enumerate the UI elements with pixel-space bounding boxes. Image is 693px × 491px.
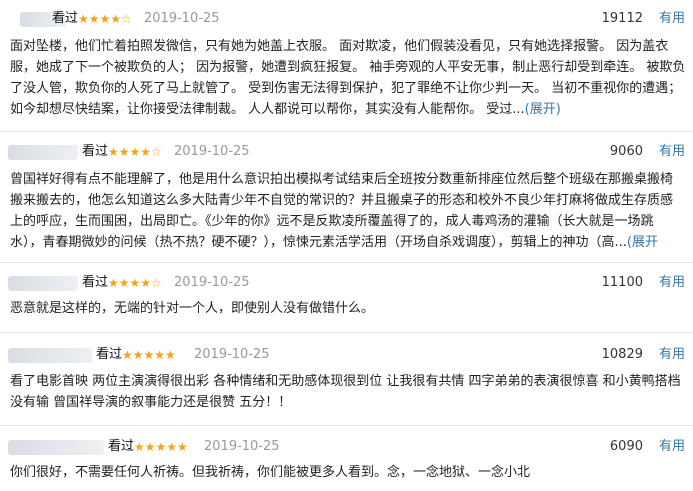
review-date: 2019-10-25 [194, 347, 270, 362]
review-meta: 看过 ★★★★☆ 2019-10-25 19112 有用 [0, 8, 693, 30]
review-item: 看过 ★★★★★ 2019-10-25 6090 有用 你们很好，不需要任何人祈… [0, 436, 693, 480]
useful-count: 10829 [601, 347, 643, 362]
rating-stars-icon: ★★★★☆ [78, 12, 132, 26]
reviewer-name[interactable] [8, 145, 78, 160]
review-item: 看过 ★★★★★ 2019-10-25 10829 有用 看了电影首映 两位主演… [0, 344, 693, 410]
useful-button[interactable]: 有用 [659, 272, 685, 294]
divider [0, 131, 693, 132]
reviewer-name[interactable] [8, 276, 78, 291]
divider [0, 262, 693, 263]
watched-label: 看过 [108, 439, 135, 454]
expand-link[interactable]: (展开) [525, 102, 561, 117]
useful-button[interactable]: 有用 [659, 8, 685, 30]
useful-count: 6090 [609, 439, 643, 454]
review-meta: 看过 ★★★★☆ 2019-10-25 11100 有用 [0, 272, 693, 294]
useful-button[interactable]: 有用 [659, 344, 685, 366]
review-text-block: 曾国祥好得有点不能理解了，他是用什么意识拍出模拟考试结束后全班按分数重新排座位然… [10, 169, 686, 253]
divider [0, 425, 693, 426]
divider [0, 332, 693, 333]
expand-link[interactable]: (展开 [627, 235, 658, 250]
review-text: 你们很好，不需要任何人祈祷。但我祈祷，你们能被更多人看到。念，一念地狱、一念小北 [10, 465, 531, 480]
reviewer-name[interactable] [8, 348, 92, 363]
useful-count: 11100 [601, 275, 643, 290]
useful-count: 19112 [601, 11, 643, 26]
review-text: 面对坠楼，他们忙着拍照发微信，只有她为她盖上衣服。 面对欺凌，他们假装没看见，只… [10, 39, 686, 117]
rating-stars-icon: ★★★★★ [134, 440, 188, 454]
review-meta: 看过 ★★★★★ 2019-10-25 10829 有用 [0, 344, 693, 366]
useful-button[interactable]: 有用 [659, 436, 685, 458]
review-meta: 看过 ★★★★★ 2019-10-25 6090 有用 [0, 436, 693, 458]
useful-count: 9060 [609, 144, 643, 159]
review-text-block: 面对坠楼，他们忙着拍照发微信，只有她为她盖上衣服。 面对欺凌，他们假装没看见，只… [10, 36, 686, 120]
rating-stars-icon: ★★★★☆ [108, 276, 162, 290]
review-list: 看过 ★★★★☆ 2019-10-25 19112 有用 面对坠楼，他们忙着拍照… [0, 0, 693, 491]
review-item: 看过 ★★★★☆ 2019-10-25 19112 有用 面对坠楼，他们忙着拍照… [0, 8, 693, 117]
review-text-block: 恶意就是这样的，无端的针对一个人，即使别人没有做错什么。 [10, 298, 686, 319]
watched-label: 看过 [96, 347, 123, 362]
watched-label: 看过 [82, 275, 109, 290]
review-text-block: 看了电影首映 两位主演演得很出彩 各种情绪和无助感体现很到位 让我很有共情 四字… [10, 371, 686, 413]
rating-stars-icon: ★★★★☆ [108, 145, 162, 159]
review-meta: 看过 ★★★★☆ 2019-10-25 9060 有用 [0, 141, 693, 163]
rating-stars-icon: ★★★★★ [122, 348, 176, 362]
review-text: 看了电影首映 两位主演演得很出彩 各种情绪和无助感体现很到位 让我很有共情 四字… [10, 374, 681, 410]
reviewer-name[interactable] [8, 440, 104, 455]
review-date: 2019-10-25 [144, 11, 220, 26]
useful-button[interactable]: 有用 [659, 141, 685, 163]
review-text: 恶意就是这样的，无端的针对一个人，即使别人没有做错什么。 [10, 301, 375, 316]
review-item: 看过 ★★★★☆ 2019-10-25 9060 有用 曾国祥好得有点不能理解了… [0, 141, 693, 250]
review-date: 2019-10-25 [174, 275, 250, 290]
review-date: 2019-10-25 [204, 439, 280, 454]
review-item: 看过 ★★★★☆ 2019-10-25 11100 有用 恶意就是这样的，无端的… [0, 272, 693, 316]
watched-label: 看过 [52, 11, 79, 26]
review-date: 2019-10-25 [174, 144, 250, 159]
review-text: 曾国祥好得有点不能理解了，他是用什么意识拍出模拟考试结束后全班按分数重新排座位然… [10, 172, 674, 250]
watched-label: 看过 [82, 144, 109, 159]
review-text-block: 你们很好，不需要任何人祈祷。但我祈祷，你们能被更多人看到。念，一念地狱、一念小北 [10, 462, 686, 483]
